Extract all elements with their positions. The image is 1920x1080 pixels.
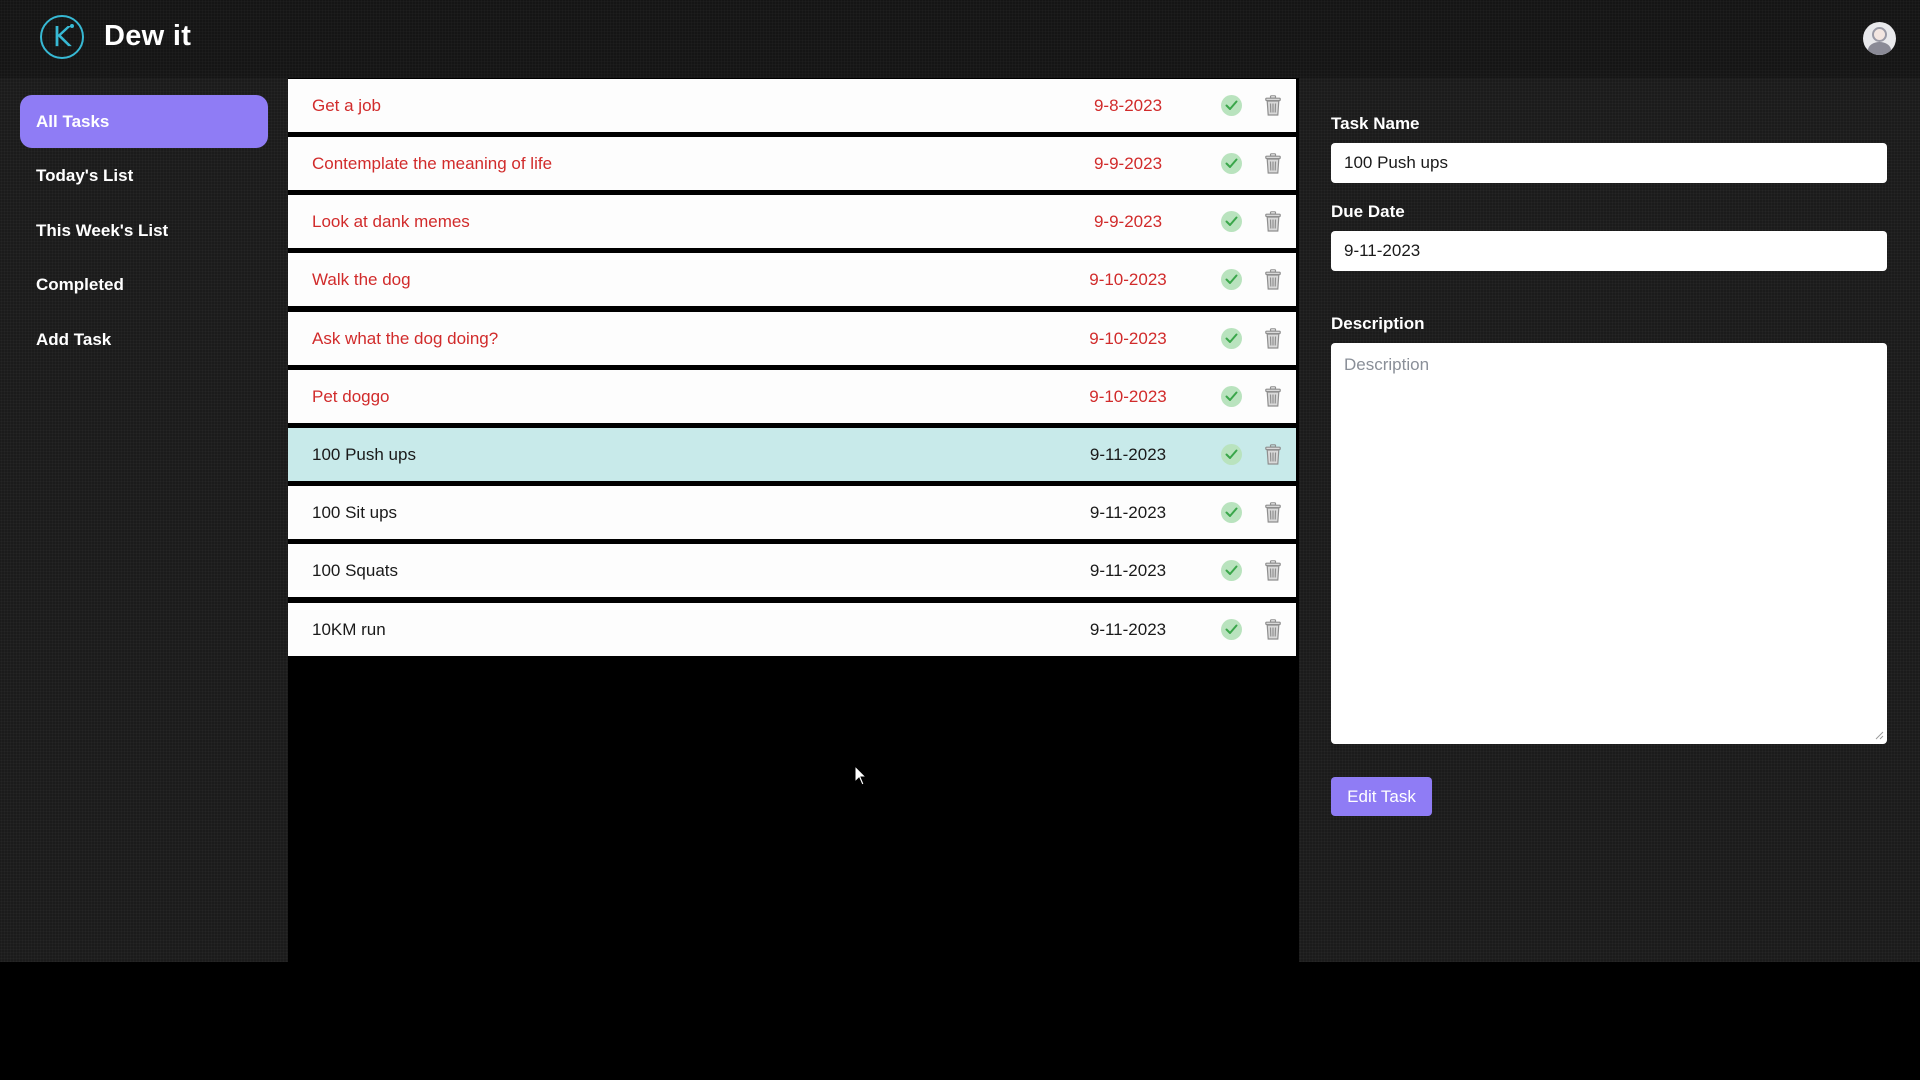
task-row[interactable]: Get a job 9-8-2023 [288,79,1296,132]
logo-dot [70,24,74,28]
task-due-date: 9-10-2023 [1089,270,1167,289]
sidebar-item-this-weeks-list[interactable]: This Week's List [20,204,268,257]
mouse-cursor-icon [854,765,868,786]
task-name-label: Task Name [1331,114,1420,133]
task-name: Pet doggo [312,387,390,406]
check-icon[interactable] [1221,444,1242,465]
trash-icon[interactable] [1265,502,1281,523]
app-title: Dew it [104,20,192,52]
task-due-date: 9-9-2023 [1093,212,1163,231]
check-icon[interactable] [1221,619,1242,640]
trash-icon[interactable] [1265,95,1281,116]
description-textarea[interactable] [1331,343,1887,744]
task-name: 100 Squats [312,561,399,580]
trash-icon[interactable] [1265,560,1281,581]
task-name: 100 Push ups [312,445,416,464]
task-row[interactable]: 100 Push ups 9-11-2023 [288,428,1296,481]
sidebar: All Tasks Today's List This Week's List … [0,78,288,962]
app-window: K Dew it All Tasks Today's List This Wee… [0,0,1920,962]
check-icon[interactable] [1221,95,1242,116]
trash-icon[interactable] [1265,153,1281,174]
task-due-date: 9-10-2023 [1089,329,1167,348]
due-date-label: Due Date [1331,202,1405,221]
check-icon[interactable] [1221,211,1242,232]
avatar-head [1872,27,1887,42]
sidebar-item-todays-list[interactable]: Today's List [20,149,268,202]
sidebar-item-all-tasks[interactable]: All Tasks [20,95,268,148]
logo-letter: K [52,20,72,53]
user-avatar[interactable] [1863,22,1896,55]
task-name: 10KM run [312,620,386,639]
check-icon[interactable] [1221,502,1242,523]
resize-grip-icon[interactable] [1874,730,1884,740]
task-row[interactable]: 100 Squats 9-11-2023 [288,544,1296,597]
trash-icon[interactable] [1265,444,1281,465]
task-name: Ask what the dog doing? [312,329,499,348]
task-due-date: 9-11-2023 [1089,620,1167,639]
task-due-date: 9-11-2023 [1089,561,1167,580]
task-name: Contemplate the meaning of life [312,154,553,173]
trash-icon[interactable] [1265,328,1281,349]
task-name: Get a job [312,96,381,115]
check-icon[interactable] [1221,328,1242,349]
trash-icon[interactable] [1265,386,1281,407]
top-bar: K Dew it [0,0,1920,78]
due-date-input[interactable] [1331,231,1887,271]
task-name: Walk the dog [312,270,411,289]
task-name: Look at dank memes [312,212,470,231]
task-due-date: 9-11-2023 [1089,445,1167,464]
trash-icon[interactable] [1265,619,1281,640]
task-row[interactable]: 10KM run 9-11-2023 [288,603,1296,656]
edit-task-panel: Task Name Due Date Description Edit Task [1299,78,1920,962]
task-due-date: 9-9-2023 [1093,154,1163,173]
task-list: Get a job 9-8-2023 Contemplate the meaning… [288,78,1299,962]
check-icon[interactable] [1221,560,1242,581]
check-icon[interactable] [1221,153,1242,174]
task-row[interactable]: Look at dank memes 9-9-2023 [288,195,1296,248]
task-row[interactable]: Contemplate the meaning of life 9-9-2023 [288,137,1296,190]
task-row[interactable]: Ask what the dog doing? 9-10-2023 [288,312,1296,365]
task-name-input[interactable] [1331,143,1887,183]
description-label: Description [1331,314,1425,333]
sidebar-item-add-task[interactable]: Add Task [20,313,268,366]
avatar-body [1868,42,1891,55]
task-row[interactable]: 100 Sit ups 9-11-2023 [288,486,1296,539]
task-due-date: 9-11-2023 [1089,503,1167,522]
task-due-date: 9-10-2023 [1089,387,1167,406]
sidebar-item-completed[interactable]: Completed [20,258,268,311]
app-logo[interactable]: K [40,15,84,59]
task-row[interactable]: Pet doggo 9-10-2023 [288,370,1296,423]
check-icon[interactable] [1221,386,1242,407]
task-due-date: 9-8-2023 [1093,96,1163,115]
edit-task-button[interactable]: Edit Task [1331,777,1432,816]
trash-icon[interactable] [1265,269,1281,290]
check-icon[interactable] [1221,269,1242,290]
trash-icon[interactable] [1265,211,1281,232]
task-row[interactable]: Walk the dog 9-10-2023 [288,253,1296,306]
task-name: 100 Sit ups [312,503,398,522]
